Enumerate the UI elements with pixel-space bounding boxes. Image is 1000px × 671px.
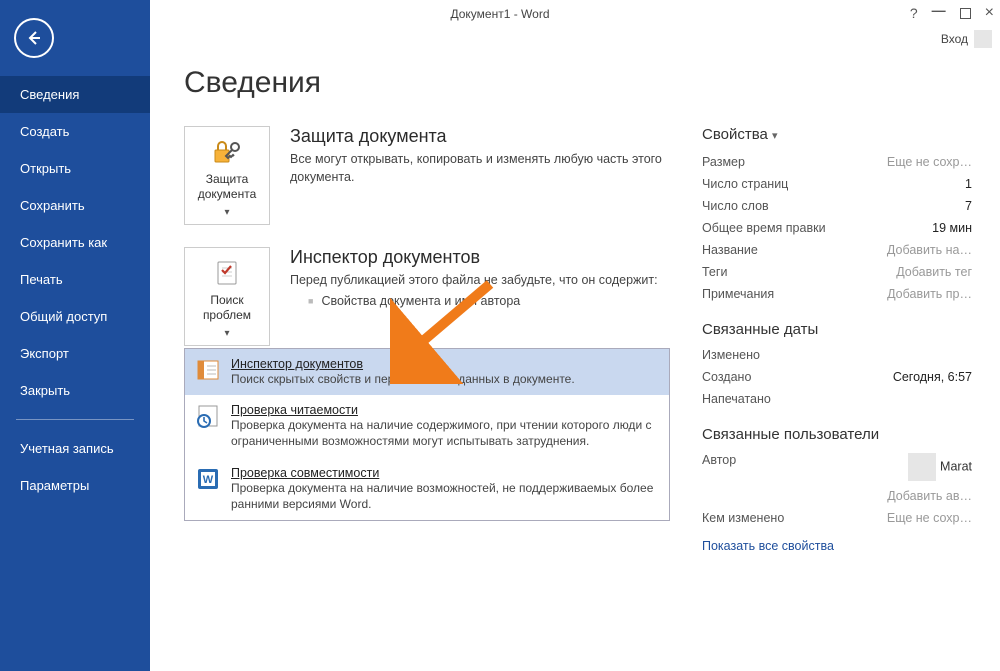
related-dates-heading: Связанные даты	[702, 321, 972, 338]
chevron-down-icon: ▾	[224, 207, 229, 218]
avatar-icon	[974, 30, 992, 48]
avatar-icon	[908, 453, 936, 481]
backstage-sidebar: СведенияСоздатьОткрытьСохранитьСохранить…	[0, 0, 150, 671]
page-title: Сведения	[184, 66, 972, 100]
back-button[interactable]	[14, 18, 54, 58]
close-icon[interactable]: ×	[985, 4, 994, 22]
author-label: Автор	[702, 453, 736, 481]
sidebar-item-10[interactable]: Параметры	[0, 467, 150, 504]
date-row: Напечатано	[702, 388, 972, 410]
sidebar-item-6[interactable]: Общий доступ	[0, 298, 150, 335]
inspect-section: Поиск проблем ▾ Инспектор документов Пер…	[184, 247, 670, 346]
login-label: Вход	[941, 32, 968, 46]
lock-key-icon	[189, 135, 265, 169]
inspect-menu-item-1[interactable]: Проверка читаемостиПроверка документа на…	[185, 395, 669, 457]
date-row: Изменено	[702, 344, 972, 366]
add-author[interactable]: Добавить ав…	[887, 489, 972, 503]
property-row: Число слов7	[702, 195, 972, 217]
maximize-icon[interactable]	[960, 8, 971, 19]
property-row: Общее время правки19 мин	[702, 217, 972, 239]
protect-section: Защита документа ▾ Защита документа Все …	[184, 126, 670, 225]
chevron-down-icon: ▾	[772, 130, 778, 142]
protect-tile-label: Защита документа	[189, 172, 265, 202]
protect-desc: Все могут открывать, копировать и изменя…	[290, 151, 670, 186]
property-row: ПримечанияДобавить пр…	[702, 283, 972, 305]
inspect-bullet: Свойства документа и имя автора	[308, 294, 670, 308]
property-row: Число страниц1	[702, 173, 972, 195]
protect-title: Защита документа	[290, 126, 670, 147]
modified-by-value: Еще не сохр…	[887, 511, 972, 525]
author-name: Marat	[940, 459, 972, 473]
login-area[interactable]: Вход	[941, 30, 992, 48]
help-icon[interactable]: ?	[910, 5, 918, 21]
title-bar: Документ1 - Word ? — ×	[0, 0, 1000, 28]
protect-document-tile[interactable]: Защита документа ▾	[184, 126, 270, 225]
sidebar-item-7[interactable]: Экспорт	[0, 335, 150, 372]
sidebar-item-3[interactable]: Сохранить	[0, 187, 150, 224]
document-check-icon	[189, 256, 265, 290]
sidebar-item-9[interactable]: Учетная запись	[0, 430, 150, 467]
minimize-icon[interactable]: —	[932, 2, 946, 18]
inspect-desc: Перед публикацией этого файла не забудьт…	[290, 272, 670, 290]
inspect-title: Инспектор документов	[290, 247, 670, 268]
property-row: ТегиДобавить тег	[702, 261, 972, 283]
property-row: РазмерЕще не сохр…	[702, 151, 972, 173]
date-row: СозданоСегодня, 6:57	[702, 366, 972, 388]
sidebar-item-4[interactable]: Сохранить как	[0, 224, 150, 261]
modified-by-label: Кем изменено	[702, 511, 784, 525]
sidebar-item-2[interactable]: Открыть	[0, 150, 150, 187]
sidebar-item-0[interactable]: Сведения	[0, 76, 150, 113]
related-users-heading: Связанные пользователи	[702, 426, 972, 443]
check-issues-tile[interactable]: Поиск проблем ▾	[184, 247, 270, 346]
svg-text:W: W	[203, 474, 214, 486]
menu-item-icon: W	[195, 466, 221, 492]
sidebar-item-8[interactable]: Закрыть	[0, 372, 150, 409]
properties-heading[interactable]: Свойства ▾	[702, 126, 972, 143]
show-all-properties-link[interactable]: Показать все свойства	[702, 539, 834, 553]
check-issues-menu: Инспектор документовПоиск скрытых свойст…	[184, 348, 670, 521]
inspect-menu-item-2[interactable]: WПроверка совместимостиПроверка документ…	[185, 458, 669, 520]
window-title: Документ1 - Word	[450, 7, 549, 21]
properties-panel: Свойства ▾ РазмерЕще не сохр…Число стран…	[702, 126, 972, 553]
chevron-down-icon: ▾	[224, 328, 229, 339]
sidebar-item-5[interactable]: Печать	[0, 261, 150, 298]
check-issues-label: Поиск проблем	[189, 293, 265, 323]
property-row: НазваниеДобавить на…	[702, 239, 972, 261]
sidebar-item-1[interactable]: Создать	[0, 113, 150, 150]
menu-item-icon	[195, 403, 221, 429]
backstage-main: Сведения Защита документа ▾	[150, 50, 1000, 671]
inspect-menu-item-0[interactable]: Инспектор документовПоиск скрытых свойст…	[185, 349, 669, 395]
menu-item-icon	[195, 357, 221, 383]
